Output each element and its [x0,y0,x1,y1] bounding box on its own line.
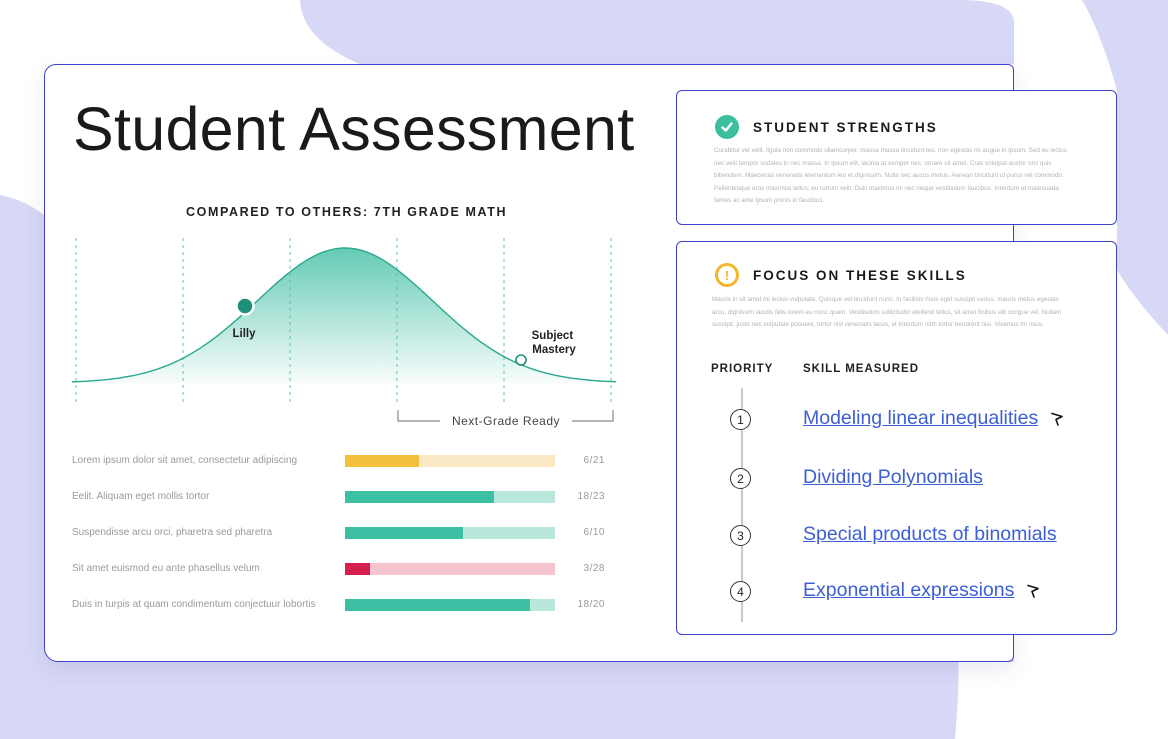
mastery-marker [515,354,527,366]
score-bar-track [345,563,555,575]
focus-title: FOCUS ON THESE SKILLS [753,267,967,283]
score-bar-track [345,491,555,503]
score-bar-fill [345,455,419,467]
score-bar-fill [345,527,463,539]
score-count: 18/20 [577,599,605,610]
score-bar-fill [345,599,530,611]
skill-link[interactable]: Dividing Polynomials [803,466,983,489]
score-bar-fill [345,491,495,503]
student-marker [235,296,255,316]
skill-link[interactable]: Exponential expressions [803,579,1014,602]
score-label: Duis in turpis at quam condimentum conje… [72,599,316,610]
priority-column-header: PRIORITY [711,363,774,375]
focus-header: ! FOCUS ON THESE SKILLS [715,263,967,287]
priority-number: 1 [730,409,751,430]
score-label: Lorem ipsum dolor sit amet, consectetur … [72,455,298,466]
score-label: Eelit. Aliquam eget mollis tortor [72,491,210,502]
student-marker-label: Lilly [232,328,256,340]
flag-icon[interactable] [1026,584,1040,603]
score-count: 6/10 [583,527,605,538]
focus-text: Mauris in sit amet mi lectus vulputate. … [712,296,1062,328]
next-grade-label: Next-Grade Ready [452,414,560,428]
mastery-marker-label: Subject Mastery [532,330,577,356]
score-count: 6/21 [583,455,605,466]
score-label: Suspendisse arcu orci, pharetra sed phar… [72,527,273,538]
check-icon [715,115,739,139]
strengths-header: STUDENT STRENGTHS [715,115,938,139]
comparison-chart-title: COMPARED TO OTHERS: 7TH GRADE MATH [186,205,508,219]
priority-number: 3 [730,525,751,546]
skill-column-header: SKILL MEASURED [803,363,920,375]
score-bar-track [345,599,555,611]
score-label: Sit amet euismod eu ante phasellus velum [72,563,260,574]
score-bar-track [345,527,555,539]
bell-curve-area [72,248,616,383]
warning-icon: ! [715,263,739,287]
priority-number: 2 [730,468,751,489]
score-bar-fill [345,563,371,575]
strengths-title: STUDENT STRENGTHS [753,119,938,135]
page-title: Student Assessment [73,95,635,163]
score-count: 18/23 [577,491,605,502]
skill-link[interactable]: Special products of binomials [803,523,1057,546]
priority-number: 4 [730,581,751,602]
skill-link[interactable]: Modeling linear inequalities [803,407,1038,430]
flag-icon[interactable] [1050,412,1064,431]
score-bar-track [345,455,555,467]
distribution-chart: Lilly Subject Mastery Next-Grade Ready [71,238,617,428]
score-count: 3/28 [583,563,605,574]
strengths-text: Curabitur vel velit, ligula non commodo … [714,147,1067,204]
